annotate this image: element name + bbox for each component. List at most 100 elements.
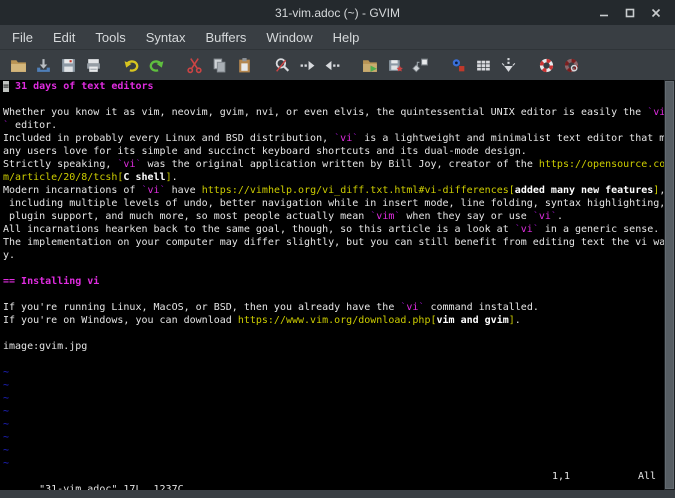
text-segment: Whether you know it as vim, neovim, gvim… — [3, 107, 647, 118]
editor-row — [0, 353, 664, 366]
text-segment: vi — [653, 107, 664, 118]
empty-line-tilde: ~ — [0, 379, 664, 392]
text-segment: Included in probably every Linux and BSD… — [3, 133, 334, 144]
tilde-marker: ~ — [3, 458, 9, 469]
editor-row — [0, 93, 664, 106]
text-segment: The implementation on your computer may … — [3, 237, 664, 248]
help-icon[interactable] — [534, 54, 559, 78]
make-icon[interactable] — [446, 54, 471, 78]
editor-row: The implementation on your computer may … — [0, 236, 664, 249]
text-segment: image:gvim.jpg — [3, 341, 87, 352]
scrollbar-thumb[interactable] — [665, 81, 674, 489]
tilde-marker: ~ — [3, 393, 9, 404]
save-all-icon[interactable] — [56, 54, 81, 78]
text-segment: m/article/20/8/tcsh[ — [3, 172, 123, 183]
text-segment: is a lightweight and minimalist text edi… — [358, 133, 664, 144]
editor-row: Included in probably every Linux and BSD… — [0, 132, 664, 145]
text-segment: If you're running Linux, MacOS, or BSD, … — [3, 302, 400, 313]
editor-row: Whether you know it as vim, neovim, gvim… — [0, 106, 664, 119]
cut-icon[interactable] — [182, 54, 207, 78]
text-segment: including multiple levels of undo, bette… — [3, 198, 664, 209]
text-segment: If you're on Windows, you can download — [3, 315, 238, 326]
find-next-icon[interactable] — [295, 54, 320, 78]
copy-icon[interactable] — [207, 54, 232, 78]
editor-row: Modern incarnations of `vi` have https:/… — [0, 184, 664, 197]
minimize-icon[interactable] — [591, 3, 617, 23]
save-icon[interactable] — [31, 54, 56, 78]
print-icon[interactable] — [81, 54, 106, 78]
text-segment: vim — [376, 211, 394, 222]
load-session-icon[interactable] — [358, 54, 383, 78]
toolbar — [0, 49, 675, 81]
help-find-icon[interactable] — [559, 54, 584, 78]
text-segment: vim and gvim — [437, 315, 509, 326]
text-segment: https://opensource.co — [539, 159, 664, 170]
maximize-icon[interactable] — [617, 3, 643, 23]
empty-line-tilde: ~ — [0, 392, 664, 405]
text-area[interactable]: = 31 days of text editorsWhether you kno… — [0, 80, 664, 490]
editor-row: including multiple levels of undo, bette… — [0, 197, 664, 210]
editor-row: plugin support, and much more, so most p… — [0, 210, 664, 223]
text-segment: have — [166, 185, 202, 196]
toolbar-separator — [521, 54, 534, 78]
text-segment: when they say or use — [400, 211, 532, 222]
window-controls — [591, 0, 669, 25]
menu-edit[interactable]: Edit — [45, 30, 87, 45]
empty-line-tilde: ~ — [0, 405, 664, 418]
find-replace-icon[interactable] — [270, 54, 295, 78]
editor-row: image:gvim.jpg — [0, 340, 664, 353]
toolbar-separator — [106, 54, 119, 78]
window-title: 31-vim.adoc (~) - GVIM — [275, 6, 400, 20]
tilde-marker: ~ — [3, 380, 9, 391]
window-bottom-edge — [0, 490, 675, 498]
empty-line-tilde: ~ — [0, 431, 664, 444]
text-segment: was the original application written by … — [142, 159, 539, 170]
build-tags-icon[interactable] — [471, 54, 496, 78]
text-segment: y. — [3, 250, 15, 261]
scroll-position: All — [638, 470, 656, 483]
text-segment: vi — [340, 133, 352, 144]
tilde-marker: ~ — [3, 445, 9, 456]
text-segment: Modern incarnations of — [3, 185, 141, 196]
editor-row: == Installing vi — [0, 275, 664, 288]
redo-icon[interactable] — [144, 54, 169, 78]
undo-icon[interactable] — [119, 54, 144, 78]
text-segment: vi — [539, 211, 551, 222]
menu-syntax[interactable]: Syntax — [138, 30, 198, 45]
find-prev-icon[interactable] — [320, 54, 345, 78]
empty-line-tilde: ~ — [0, 457, 664, 470]
text-segment: Strictly speaking, — [3, 159, 117, 170]
save-session-icon[interactable] — [383, 54, 408, 78]
text-segment: plugin support, and much more, so most p… — [3, 211, 370, 222]
close-icon[interactable] — [643, 3, 669, 23]
buffer-rows: = 31 days of text editorsWhether you kno… — [0, 80, 664, 470]
editor-row: any users love for its simple and succin… — [0, 145, 664, 158]
text-segment: in a generic sense. — [539, 224, 659, 235]
jump-tag-icon[interactable] — [496, 54, 521, 78]
text-segment: == Installing vi — [3, 276, 99, 287]
tilde-marker: ~ — [3, 406, 9, 417]
toolbar-separator — [345, 54, 358, 78]
text-segment: command installed. — [424, 302, 538, 313]
text-segment: any users love for its simple and succin… — [3, 146, 527, 157]
title-bar[interactable]: 31-vim.adoc (~) - GVIM — [0, 0, 675, 25]
status-line: "31-vim.adoc" 17L, 1237C 1,1 All — [0, 470, 664, 483]
tilde-marker: ~ — [3, 432, 9, 443]
open-icon[interactable] — [6, 54, 31, 78]
menu-file[interactable]: File — [4, 30, 45, 45]
menu-buffers[interactable]: Buffers — [197, 30, 258, 45]
editor-row — [0, 327, 664, 340]
text-segment: https://www.vim.org/download.php[ — [238, 315, 437, 326]
paste-icon[interactable] — [232, 54, 257, 78]
menu-tools[interactable]: Tools — [87, 30, 137, 45]
menu-help[interactable]: Help — [325, 30, 372, 45]
editor-row — [0, 288, 664, 301]
editor-row: If you're running Linux, MacOS, or BSD, … — [0, 301, 664, 314]
text-segment: vi — [406, 302, 418, 313]
menu-bar: FileEditToolsSyntaxBuffersWindowHelp — [0, 25, 675, 49]
toolbar-separator — [433, 54, 446, 78]
text-segment: All incarnations hearken back to the sam… — [3, 224, 515, 235]
vertical-scrollbar[interactable] — [664, 80, 675, 490]
run-script-icon[interactable] — [408, 54, 433, 78]
menu-window[interactable]: Window — [258, 30, 324, 45]
